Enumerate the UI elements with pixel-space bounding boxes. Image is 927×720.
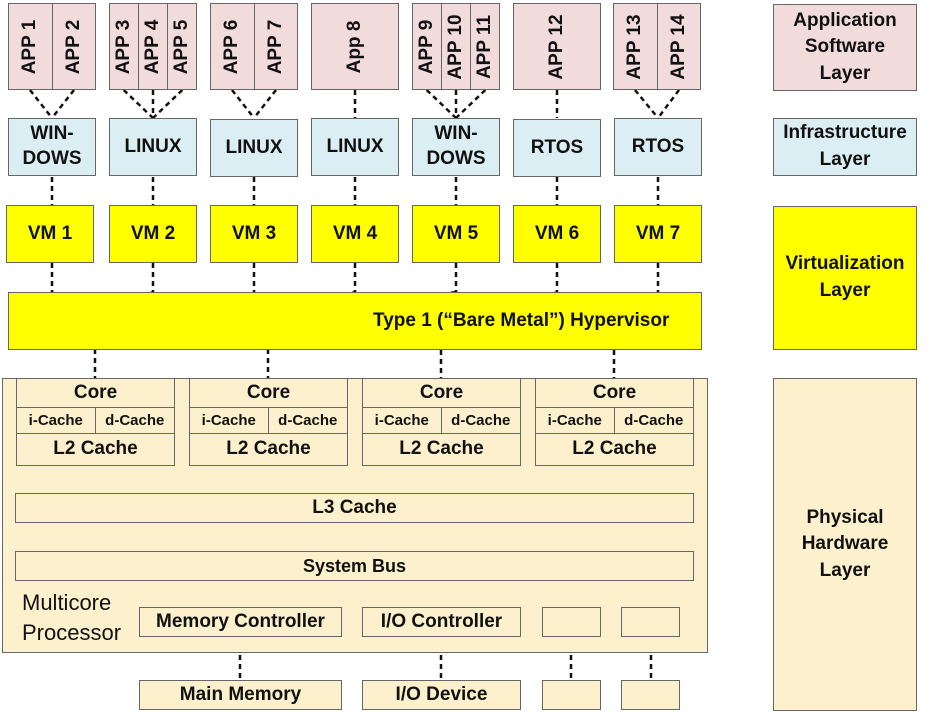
app-group-7: APP 13 APP 14 bbox=[613, 3, 701, 90]
vm-box-5: VM 5 bbox=[412, 205, 500, 263]
io-controller: I/O Controller bbox=[362, 607, 521, 637]
icache-label: i-Cache bbox=[190, 408, 269, 434]
app-box: APP 2 bbox=[62, 19, 84, 74]
vm-box-2: VM 2 bbox=[109, 205, 197, 263]
os-box-2: LINUX bbox=[109, 118, 197, 176]
app-box: APP 9 bbox=[413, 4, 442, 89]
app-box: APP 10 bbox=[442, 4, 471, 89]
legend-infrastructure-layer: Infrastructure Layer bbox=[773, 118, 917, 176]
app-group-2: APP 3 APP 4 APP 5 bbox=[109, 3, 197, 90]
core-block-2: Core i-Cache d-Cache L2 Cache bbox=[189, 378, 348, 466]
app-box: APP 6 bbox=[211, 4, 255, 89]
vm-box-6: VM 6 bbox=[513, 205, 601, 263]
core-block-4: Core i-Cache d-Cache L2 Cache bbox=[535, 378, 694, 466]
memory-controller: Memory Controller bbox=[139, 607, 342, 637]
app-box: APP 5 bbox=[171, 19, 192, 74]
dcache-label: d-Cache bbox=[441, 408, 520, 434]
app-os-connector bbox=[253, 89, 277, 119]
app-box: APP 3 bbox=[110, 4, 139, 89]
core-label: Core bbox=[363, 379, 520, 408]
app-os-connector bbox=[152, 89, 184, 119]
os-box-7: RTOS bbox=[614, 118, 702, 176]
app-box: APP 7 bbox=[264, 19, 286, 74]
app-group-3: APP 6 APP 7 bbox=[210, 3, 298, 90]
os-box-4: LINUX bbox=[311, 118, 399, 176]
app-group-4: App 8 bbox=[311, 3, 399, 90]
icache-label: i-Cache bbox=[363, 408, 442, 434]
core-label: Core bbox=[17, 379, 174, 408]
app-os-connector bbox=[634, 89, 659, 119]
peripheral-device-1 bbox=[542, 680, 601, 710]
app-group-6: APP 12 bbox=[513, 3, 601, 90]
core-label: Core bbox=[536, 379, 693, 408]
dcache-label: d-Cache bbox=[95, 408, 174, 434]
app-os-connector bbox=[29, 89, 53, 119]
legend-virtualization-layer: Virtualization Layer bbox=[773, 206, 917, 350]
legend-application-layer: Application Software Layer bbox=[773, 4, 917, 91]
l3-cache: L3 Cache bbox=[15, 493, 694, 523]
processor-label: Multicore Processor bbox=[22, 590, 122, 645]
app-box: APP 13 bbox=[614, 4, 658, 89]
app-box: APP 12 bbox=[546, 13, 567, 80]
app-box: APP 11 bbox=[474, 14, 495, 79]
app-box: APP 14 bbox=[667, 13, 689, 80]
vm-box-4: VM 4 bbox=[311, 205, 399, 263]
os-box-6: RTOS bbox=[513, 119, 601, 177]
core-block-3: Core i-Cache d-Cache L2 Cache bbox=[362, 378, 521, 466]
legend-physical-hardware-layer: Physical Hardware Layer bbox=[773, 378, 917, 711]
icache-label: i-Cache bbox=[17, 408, 96, 434]
l2-cache-label: L2 Cache bbox=[399, 438, 484, 459]
system-bus: System Bus bbox=[15, 551, 694, 581]
vm-box-7: VM 7 bbox=[614, 205, 702, 263]
app-box: APP 4 bbox=[139, 4, 168, 89]
peripheral-controller-2 bbox=[621, 607, 680, 637]
peripheral-controller-1 bbox=[542, 607, 601, 637]
core-block-1: Core i-Cache d-Cache L2 Cache bbox=[16, 378, 175, 466]
vm-box-3: VM 3 bbox=[210, 205, 298, 263]
app-box: APP 1 bbox=[9, 4, 53, 89]
dcache-label: d-Cache bbox=[268, 408, 347, 434]
os-box-1: WIN- DOWS bbox=[8, 118, 96, 176]
main-memory: Main Memory bbox=[139, 680, 342, 710]
app-os-connector bbox=[231, 89, 255, 119]
hypervisor-label: Type 1 (“Bare Metal”) Hypervisor bbox=[373, 310, 670, 331]
core-label: Core bbox=[190, 379, 347, 408]
os-box-3: LINUX bbox=[210, 119, 298, 177]
app-box: App 8 bbox=[344, 20, 365, 73]
vm-box-1: VM 1 bbox=[6, 205, 94, 263]
io-device: I/O Device bbox=[362, 680, 521, 710]
app-group-5: APP 9 APP 10 APP 11 bbox=[412, 3, 500, 90]
app-os-connector bbox=[122, 89, 154, 119]
l2-cache-label: L2 Cache bbox=[226, 438, 311, 459]
dcache-label: d-Cache bbox=[614, 408, 693, 434]
app-os-connector bbox=[51, 89, 75, 119]
app-os-connector bbox=[425, 89, 457, 119]
os-box-5: WIN- DOWS bbox=[412, 118, 500, 176]
app-group-1: APP 1 APP 2 bbox=[8, 3, 96, 90]
app-os-connector bbox=[455, 89, 487, 119]
icache-label: i-Cache bbox=[536, 408, 615, 434]
l2-cache-label: L2 Cache bbox=[572, 438, 657, 459]
l2-cache-label: L2 Cache bbox=[53, 438, 138, 459]
peripheral-device-2 bbox=[621, 680, 680, 710]
app-os-connector bbox=[657, 89, 680, 119]
